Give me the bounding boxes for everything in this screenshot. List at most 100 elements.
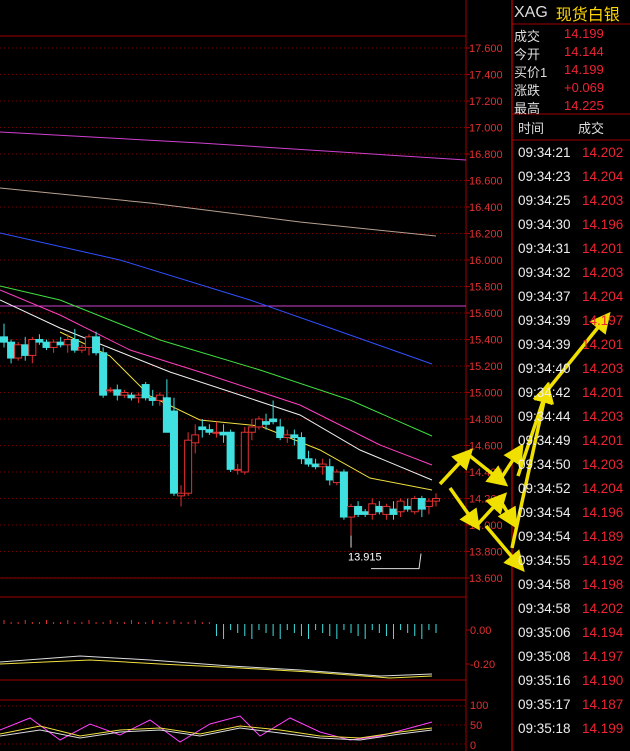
tick-price: 14.192 [582, 553, 624, 568]
tick-row: 09:35:16 14.190 [518, 673, 628, 693]
candle-body [240, 431, 249, 473]
candle-body [28, 339, 37, 356]
candle-body [198, 426, 207, 431]
candle-body [0, 336, 8, 343]
candle [148, 389, 157, 406]
candle [127, 392, 136, 401]
tick-price: 14.198 [582, 577, 624, 592]
kdj-tick-label: 0 [470, 740, 476, 751]
macd-dif-line [0, 655, 433, 677]
quote-value: 14.199 [564, 62, 604, 77]
price-tick-label: 16.200 [469, 229, 503, 241]
candle-body [155, 394, 164, 401]
candle [254, 416, 263, 430]
tick-price: 14.194 [582, 625, 624, 640]
quote-label: 今开 [514, 47, 541, 62]
candle-body [63, 339, 72, 346]
tick-time: 09:35:16 [518, 673, 571, 688]
price-tick-label: 17.200 [469, 96, 503, 108]
moving-average-line [0, 289, 433, 466]
candle [375, 501, 384, 515]
candle-body [247, 426, 256, 433]
macd-tick-label: 0.00 [470, 625, 491, 637]
quote-row: 涨跌 +0.069 [514, 80, 628, 98]
candle-body [113, 389, 122, 396]
tick-time: 09:34:42 [518, 385, 571, 400]
candle [155, 392, 164, 406]
price-tick-label: 16.800 [469, 149, 503, 161]
candle-body [276, 426, 285, 439]
candle-body [99, 352, 108, 396]
candle [297, 432, 306, 465]
candle-body [14, 344, 23, 359]
candle [14, 342, 23, 361]
price-tick-label: 13.800 [469, 547, 503, 559]
tick-row: 09:34:44 14.203 [518, 409, 628, 429]
candle [347, 503, 356, 536]
tick-price: 14.204 [582, 481, 624, 496]
candle [361, 509, 370, 518]
candle [410, 495, 419, 515]
candle-body [269, 418, 278, 423]
tick-row: 09:34:58 14.202 [518, 601, 628, 621]
candle-body [162, 397, 171, 433]
candle [417, 495, 426, 518]
candle-body [7, 341, 16, 359]
candle-body [70, 339, 79, 351]
candle [77, 344, 86, 353]
candle [283, 429, 292, 443]
instrument-name: 现货白银 [555, 7, 620, 24]
candle [311, 458, 320, 470]
candle-body [382, 505, 391, 515]
tick-price: 14.202 [582, 145, 624, 160]
tick-time: 09:34:25 [518, 193, 571, 208]
candle-body [354, 505, 363, 515]
tick-time: 09:34:23 [518, 169, 571, 184]
candle [35, 334, 44, 345]
candle [134, 392, 143, 404]
tick-row: 09:34:23 14.204 [518, 169, 628, 189]
tick-price: 14.196 [582, 217, 624, 232]
candle [84, 334, 93, 356]
candle-body [21, 344, 30, 356]
tick-row: 09:34:54 14.189 [518, 529, 628, 549]
candle [169, 397, 178, 496]
moving-average-line [0, 299, 433, 481]
tick-row: 09:34:39 14.201 [518, 337, 628, 357]
tick-row: 09:35:08 14.197 [518, 649, 628, 669]
candle [205, 424, 214, 435]
tick-price: 14.203 [582, 457, 624, 472]
candle-body [120, 392, 129, 396]
candle [49, 339, 58, 353]
tick-price: 14.203 [582, 265, 624, 280]
tick-time: 09:34:39 [518, 337, 571, 352]
price-tick-label: 17.600 [469, 43, 503, 55]
tick-row: 09:34:31 14.201 [518, 241, 628, 261]
candle [332, 469, 341, 486]
annotation-arrow [438, 448, 474, 486]
tick-row: 09:34:50 14.203 [518, 457, 628, 477]
candle [0, 323, 8, 348]
price-tick-label: 17.000 [469, 123, 503, 135]
tick-time: 09:35:18 [518, 721, 571, 736]
quote-row: 买价1 14.199 [514, 62, 628, 80]
tick-row: 09:34:21 14.202 [518, 145, 628, 165]
price-tick-label: 13.600 [469, 573, 503, 585]
low-label: 13.915 [348, 552, 382, 564]
candle [290, 429, 299, 446]
tick-row: 09:34:40 14.203 [518, 361, 628, 381]
candle [325, 458, 334, 486]
candle-body [368, 503, 377, 515]
candle [184, 432, 193, 496]
tick-row: 09:34:42 14.201 [518, 385, 628, 405]
candle-body [134, 394, 143, 399]
candle-body [42, 341, 51, 348]
candle-body [396, 500, 405, 513]
candle-body [389, 508, 398, 515]
candle [92, 331, 101, 356]
candle-body [432, 498, 440, 502]
kdj-tick-label: 50 [470, 720, 482, 732]
tick-time: 09:35:08 [518, 649, 571, 664]
tick-time: 09:34:52 [518, 481, 571, 496]
candle [240, 426, 249, 475]
